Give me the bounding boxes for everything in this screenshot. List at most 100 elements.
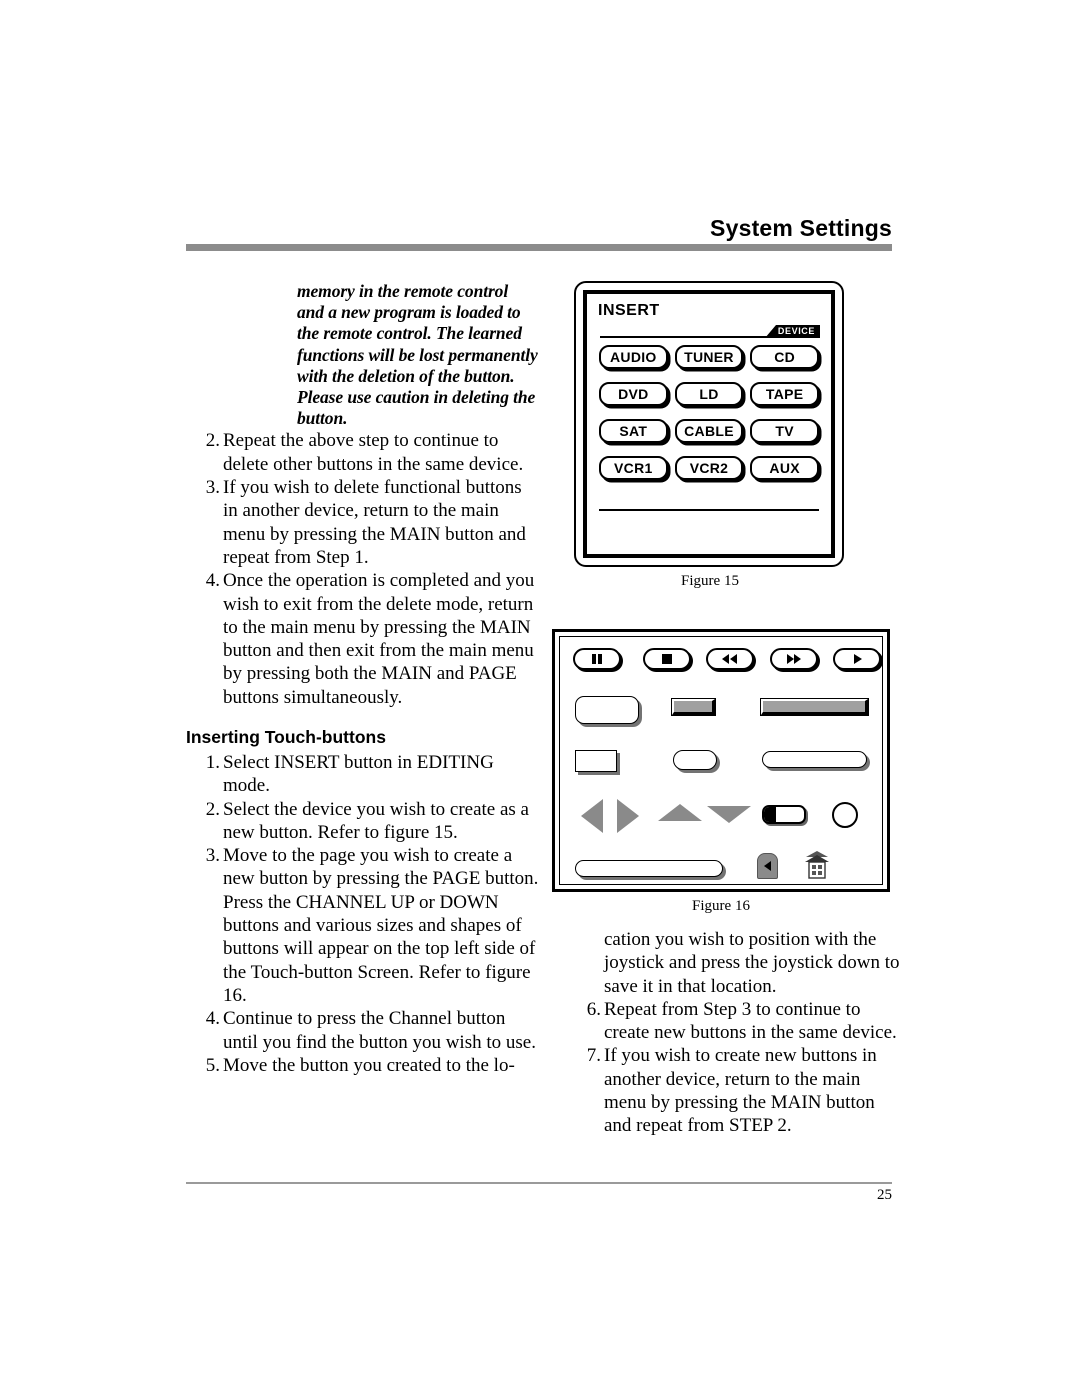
- back-arrow-icon: [763, 861, 771, 871]
- shape-stop-button[interactable]: [643, 648, 691, 670]
- list-item: 5. Move the button you created to the lo…: [194, 1054, 539, 1077]
- device-tab-label: DEVICE: [775, 325, 820, 338]
- shape-long-gray-bevel-bar[interactable]: [760, 698, 869, 716]
- pause-icon: [592, 654, 602, 664]
- header-divider-bar: [186, 244, 892, 252]
- shape-half-filled-pill[interactable]: [762, 805, 806, 824]
- figure-15: INSERT DEVICE AUDIO TUNER CD DVD LD TAPE…: [574, 281, 862, 590]
- tab-slant-icon: [764, 325, 776, 338]
- list-item-text: Repeat the above step to continue to del…: [223, 430, 524, 475]
- device-button-vcr2[interactable]: VCR2: [674, 456, 744, 480]
- screen-bottom-divider: [599, 509, 819, 511]
- list-item: 7. If you wish to create new buttons in …: [575, 1044, 905, 1137]
- list-item-number: 3.: [205, 845, 220, 867]
- half-pill-fill: [764, 807, 776, 822]
- list-item-text: Move the button you created to the lo-: [223, 1054, 515, 1076]
- intro-warning-note: memory in the remote control and a new p…: [297, 281, 538, 429]
- continuation-paragraph: cation you wish to position with the joy…: [604, 929, 900, 997]
- device-button-aux[interactable]: AUX: [750, 456, 819, 480]
- shape-play-button[interactable]: [833, 648, 881, 670]
- shape-short-gray-bevel-bar[interactable]: [671, 698, 716, 716]
- device-tab-row: DEVICE: [598, 325, 820, 338]
- device-button-sat[interactable]: SAT: [599, 419, 668, 443]
- figure-15-caption: Figure 15: [681, 573, 739, 589]
- list-item-text: Continue to press the Channel button unt…: [223, 1008, 536, 1053]
- list-item-text: Select the device you wish to create as …: [223, 798, 529, 843]
- shape-up-triangle[interactable]: [658, 804, 702, 821]
- list-item: 6. Repeat from Step 3 to continue to cre…: [575, 998, 905, 1045]
- screen-title-insert: INSERT: [598, 302, 660, 319]
- list-item-number: 4.: [205, 1008, 220, 1030]
- list-item: 4. Once the operation is completed and y…: [194, 569, 539, 709]
- shape-right-triangle[interactable]: [617, 799, 639, 833]
- shape-down-triangle[interactable]: [707, 806, 751, 823]
- touch-button-shapes-screen: [552, 629, 890, 892]
- shape-large-rounded-rect[interactable]: [575, 696, 639, 724]
- footer-divider: [186, 1182, 892, 1184]
- page-footer: 25: [186, 1182, 892, 1204]
- list-item: 3. Move to the page you wish to create a…: [194, 844, 539, 1007]
- list-item-number: 1.: [205, 751, 220, 773]
- shape-pause-button[interactable]: [573, 648, 621, 670]
- document-page: System Settings memory in the remote con…: [0, 0, 1080, 1397]
- list-item-number: 6.: [586, 998, 601, 1020]
- list-item-number: 3.: [205, 477, 220, 499]
- device-button-audio[interactable]: AUDIO: [599, 345, 668, 369]
- device-button-tuner[interactable]: TUNER: [674, 345, 744, 369]
- page-header: System Settings: [186, 215, 892, 252]
- list-item: 2. Repeat the above step to continue to …: [194, 429, 539, 476]
- deleting-steps-list: 2. Repeat the above step to continue to …: [194, 429, 539, 709]
- list-item-text: Repeat from Step 3 to continue to create…: [604, 998, 897, 1044]
- list-item: 2. Select the device you wish to create …: [194, 798, 539, 845]
- list-item-number: 7.: [586, 1045, 601, 1067]
- list-item-number: 4.: [205, 570, 220, 592]
- stop-icon: [662, 654, 672, 664]
- shape-circle[interactable]: [832, 802, 858, 828]
- shape-long-pill[interactable]: [762, 751, 867, 768]
- list-item-text: Once the operation is completed and you …: [223, 570, 535, 708]
- remote-screen: INSERT DEVICE AUDIO TUNER CD DVD LD TAPE…: [583, 290, 835, 558]
- inserting-steps-continued-list: 6. Repeat from Step 3 to continue to cre…: [575, 998, 905, 1138]
- device-button-tape[interactable]: TAPE: [750, 382, 819, 406]
- fast-forward-icon: [787, 654, 801, 664]
- device-button-ld[interactable]: LD: [674, 382, 744, 406]
- device-button-grid: AUDIO TUNER CD DVD LD TAPE SAT CABLE TV …: [598, 345, 820, 480]
- shape-small-rect[interactable]: [575, 750, 617, 772]
- shapes-stage: [555, 632, 887, 889]
- shape-rewind-button[interactable]: [706, 648, 754, 670]
- device-button-vcr1[interactable]: VCR1: [599, 456, 668, 480]
- left-text-column: memory in the remote control and a new p…: [186, 281, 539, 1077]
- shape-wide-pill[interactable]: [575, 860, 723, 877]
- device-button-tv[interactable]: TV: [750, 419, 819, 443]
- list-item-number: 5.: [205, 1054, 220, 1076]
- remote-screen-bezel: INSERT DEVICE AUDIO TUNER CD DVD LD TAPE…: [574, 281, 844, 567]
- list-item-text: If you wish to delete functional buttons…: [223, 477, 526, 568]
- back-button[interactable]: [757, 853, 778, 879]
- list-item: 4. Continue to press the Channel button …: [194, 1007, 539, 1054]
- device-button-cable[interactable]: CABLE: [674, 419, 744, 443]
- page-number: 25: [877, 1187, 892, 1203]
- list-item: 1. Select INSERT button in EDITING mode.: [194, 751, 539, 798]
- shape-fast-forward-button[interactable]: [770, 648, 818, 670]
- play-icon: [854, 654, 862, 664]
- list-item-text: Move to the page you wish to create a ne…: [223, 845, 539, 1006]
- list-item: 3. If you wish to delete functional butt…: [194, 476, 539, 569]
- device-tab[interactable]: DEVICE: [764, 325, 820, 338]
- right-text-column: cation you wish to position with the joy…: [575, 928, 905, 1138]
- list-item-text: Select INSERT button in EDITING mode.: [223, 751, 494, 797]
- rewind-icon: [722, 654, 737, 664]
- section-heading-inserting-touch-buttons: Inserting Touch-buttons: [186, 726, 386, 747]
- list-item-number: 2.: [205, 798, 220, 820]
- shape-small-pill[interactable]: [673, 750, 717, 770]
- inserting-steps-list: 1. Select INSERT button in EDITING mode.…: [194, 751, 539, 1077]
- figure-16: Figure 16: [552, 629, 892, 915]
- figure-16-caption: Figure 16: [692, 898, 750, 914]
- house-icon: [805, 851, 829, 879]
- shape-left-triangle[interactable]: [581, 799, 603, 833]
- device-button-cd[interactable]: CD: [750, 345, 819, 369]
- device-button-dvd[interactable]: DVD: [599, 382, 668, 406]
- page-title: System Settings: [710, 215, 892, 241]
- list-item-text: If you wish to create new buttons in ano…: [604, 1045, 877, 1137]
- home-button[interactable]: [804, 850, 830, 880]
- list-item-number: 2.: [205, 430, 220, 452]
